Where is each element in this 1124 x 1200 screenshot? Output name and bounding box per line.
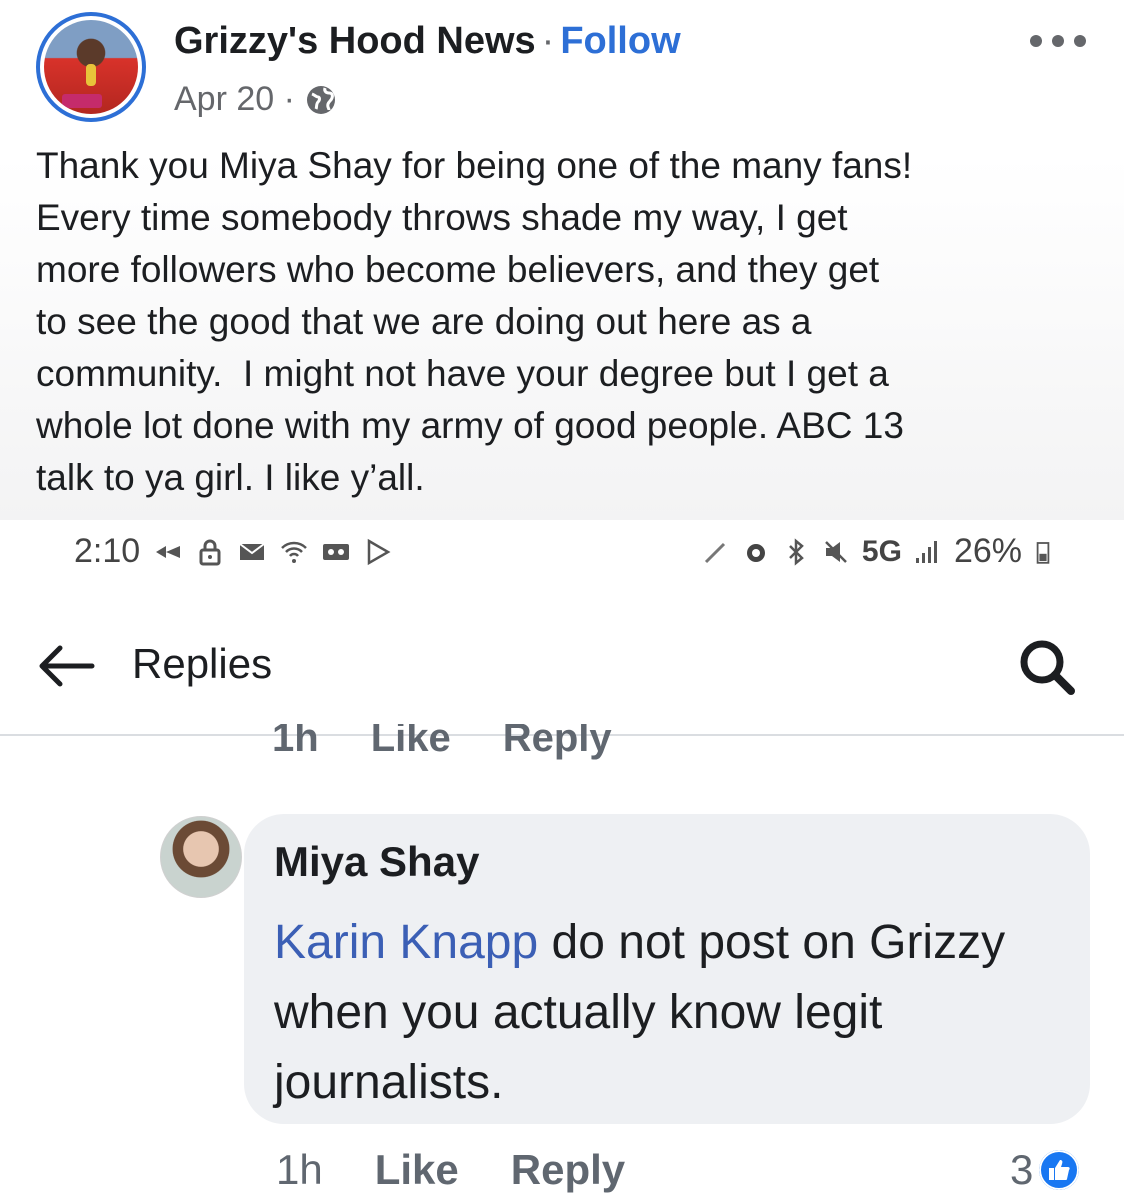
page-avatar[interactable]	[36, 12, 146, 122]
phone-status-bar: 2:10 5G 26%	[0, 520, 1124, 586]
reaction-summary[interactable]: 3	[1010, 1146, 1080, 1194]
signal-icon	[915, 540, 937, 563]
pen-icon	[704, 542, 725, 563]
previous-comment-actions: 1h Like Reply	[272, 724, 612, 774]
post-meta: Apr 20 ·	[174, 80, 337, 119]
comment-author[interactable]: Miya Shay	[274, 838, 479, 886]
more-options-icon[interactable]	[1030, 34, 1086, 48]
comment-time: 1h	[276, 1146, 323, 1193]
reply-button[interactable]: Reply	[511, 1146, 625, 1194]
comment-actions: 1h Like Reply	[276, 1146, 625, 1194]
globe-icon	[306, 85, 335, 114]
bluetooth-icon	[789, 537, 804, 566]
arrow-left-icon[interactable]	[36, 644, 96, 688]
search-icon[interactable]	[1016, 636, 1078, 698]
voicemail-icon	[323, 543, 350, 560]
post-body: Thank you Miya Shay for being one of the…	[36, 145, 913, 498]
wifi-icon	[281, 541, 308, 563]
battery-percent: 26%	[953, 532, 1022, 570]
play-store-icon	[367, 538, 391, 565]
battery-icon	[1036, 541, 1050, 564]
nfc-icon	[156, 545, 181, 558]
page-name[interactable]: Grizzy's Hood News	[174, 20, 536, 62]
avatar-badge	[62, 94, 102, 108]
facebook-post: Grizzy's Hood News · Follow Apr 20 · Thank…	[0, 0, 1124, 520]
alarm-icon	[746, 543, 765, 562]
lock-icon	[199, 539, 221, 565]
commenter-avatar[interactable]	[160, 816, 242, 898]
microphone-icon	[86, 64, 96, 86]
previous-like-button[interactable]: Like	[371, 724, 451, 774]
mention-link[interactable]: Karin Knapp	[274, 916, 538, 969]
network-type: 5G	[861, 534, 902, 568]
page-avatar-image	[44, 20, 138, 114]
mute-icon	[825, 540, 847, 563]
previous-reply-button[interactable]: Reply	[503, 724, 612, 774]
comment-text: Karin Knapp do not post on Grizzy when y…	[274, 908, 1074, 1118]
previous-comment-time: 1h	[272, 724, 319, 760]
like-button[interactable]: Like	[375, 1146, 459, 1194]
post-header: Grizzy's Hood News · Follow	[174, 20, 681, 63]
reaction-count: 3	[1010, 1146, 1034, 1193]
comment-bubble: Miya Shay Karin Knapp do not post on Gri…	[244, 814, 1090, 1124]
mail-icon	[239, 542, 265, 560]
like-thumb-icon	[1039, 1150, 1080, 1190]
page-title: Replies	[132, 640, 273, 687]
separator-dot: ·	[541, 20, 555, 62]
follow-button[interactable]: Follow	[560, 20, 680, 62]
post-date[interactable]: Apr 20 ·	[174, 80, 295, 119]
status-time: 2:10	[74, 532, 141, 570]
